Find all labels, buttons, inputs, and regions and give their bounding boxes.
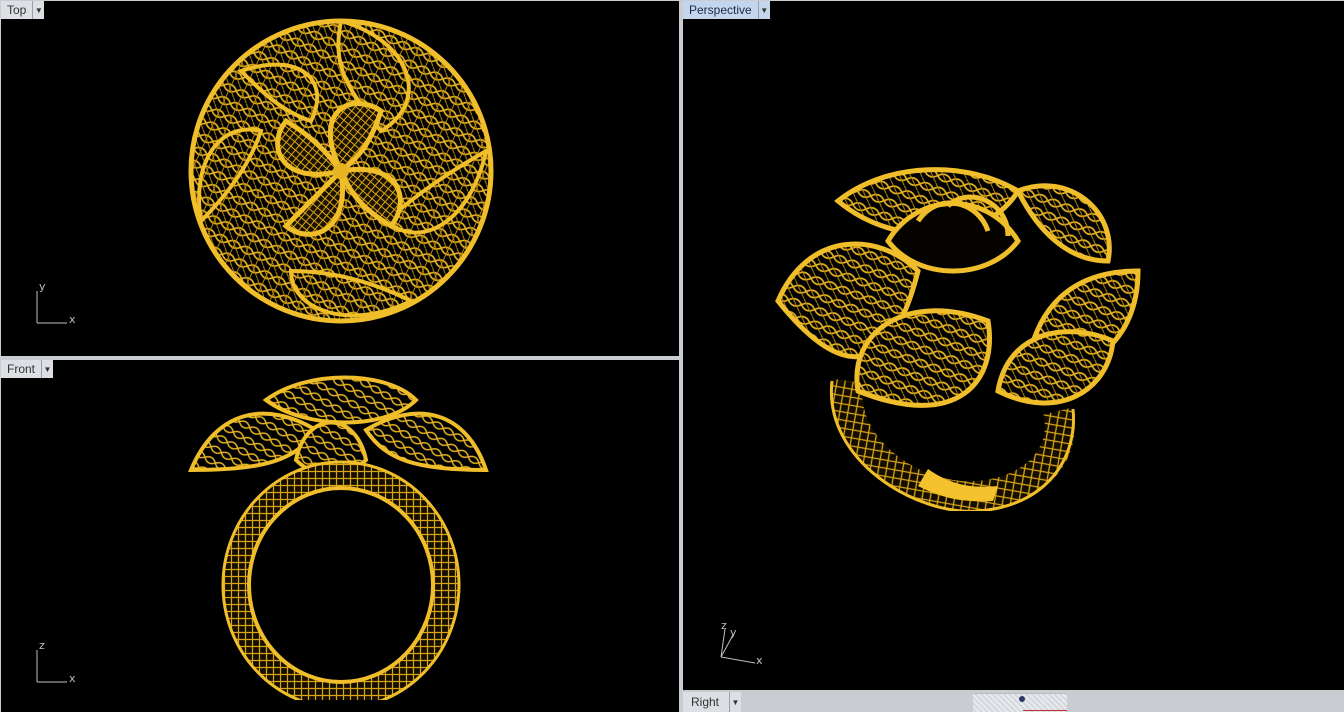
axis-label-y: y bbox=[730, 626, 737, 639]
chevron-down-icon[interactable]: ▼ bbox=[33, 1, 45, 19]
axis-arrows-icon bbox=[36, 291, 67, 324]
axis-indicator-top: y x bbox=[27, 280, 87, 341]
perspective-viewport[interactable]: Perspective ▼ z y x bbox=[683, 1, 1344, 690]
axis-label-x: x bbox=[69, 313, 76, 326]
chevron-down-icon[interactable]: ▼ bbox=[758, 1, 770, 19]
axis-indicator-front: z x bbox=[27, 639, 87, 700]
axis-label-x: x bbox=[756, 654, 763, 667]
axis-arrows-icon bbox=[720, 628, 756, 664]
viewport-tab-perspective[interactable]: Perspective ▼ bbox=[683, 1, 770, 19]
viewport-tab-top[interactable]: Top ▼ bbox=[1, 1, 45, 19]
top-viewport[interactable]: Top ▼ y x bbox=[1, 1, 679, 356]
chevron-down-icon[interactable]: ▼ bbox=[730, 692, 742, 712]
right-viewport-strip: Right ▼ bbox=[683, 690, 1344, 712]
axis-indicator-perspective: z y x bbox=[711, 619, 771, 681]
axis-label-z: z bbox=[39, 639, 45, 652]
axis-line bbox=[1023, 710, 1067, 711]
viewport-title-right[interactable]: Right bbox=[683, 692, 731, 712]
axis-arrows-icon bbox=[36, 650, 67, 683]
chevron-down-icon[interactable]: ▼ bbox=[42, 360, 54, 378]
front-viewport[interactable]: Front ▼ z x bbox=[1, 360, 679, 712]
model-marker-icon bbox=[1019, 696, 1025, 702]
axis-label-y: y bbox=[39, 280, 46, 293]
ring-front-view-model bbox=[187, 375, 489, 700]
axis-label-x: x bbox=[69, 672, 76, 685]
right-viewport-preview[interactable] bbox=[973, 693, 1067, 712]
ring-top-view-model bbox=[188, 18, 494, 324]
axis-label-z: z bbox=[721, 619, 727, 632]
viewport-title-perspective[interactable]: Perspective bbox=[683, 1, 759, 19]
viewport-tab-right[interactable]: Right ▼ bbox=[683, 692, 742, 712]
viewport-title-top[interactable]: Top bbox=[1, 1, 34, 19]
viewport-tab-front[interactable]: Front ▼ bbox=[1, 360, 54, 378]
viewport-title-front[interactable]: Front bbox=[1, 360, 43, 378]
ring-perspective-view-model bbox=[775, 167, 1141, 511]
viewport-workspace: Top ▼ y x Front ▼ z x Perspective ▼ z y … bbox=[0, 0, 1344, 712]
